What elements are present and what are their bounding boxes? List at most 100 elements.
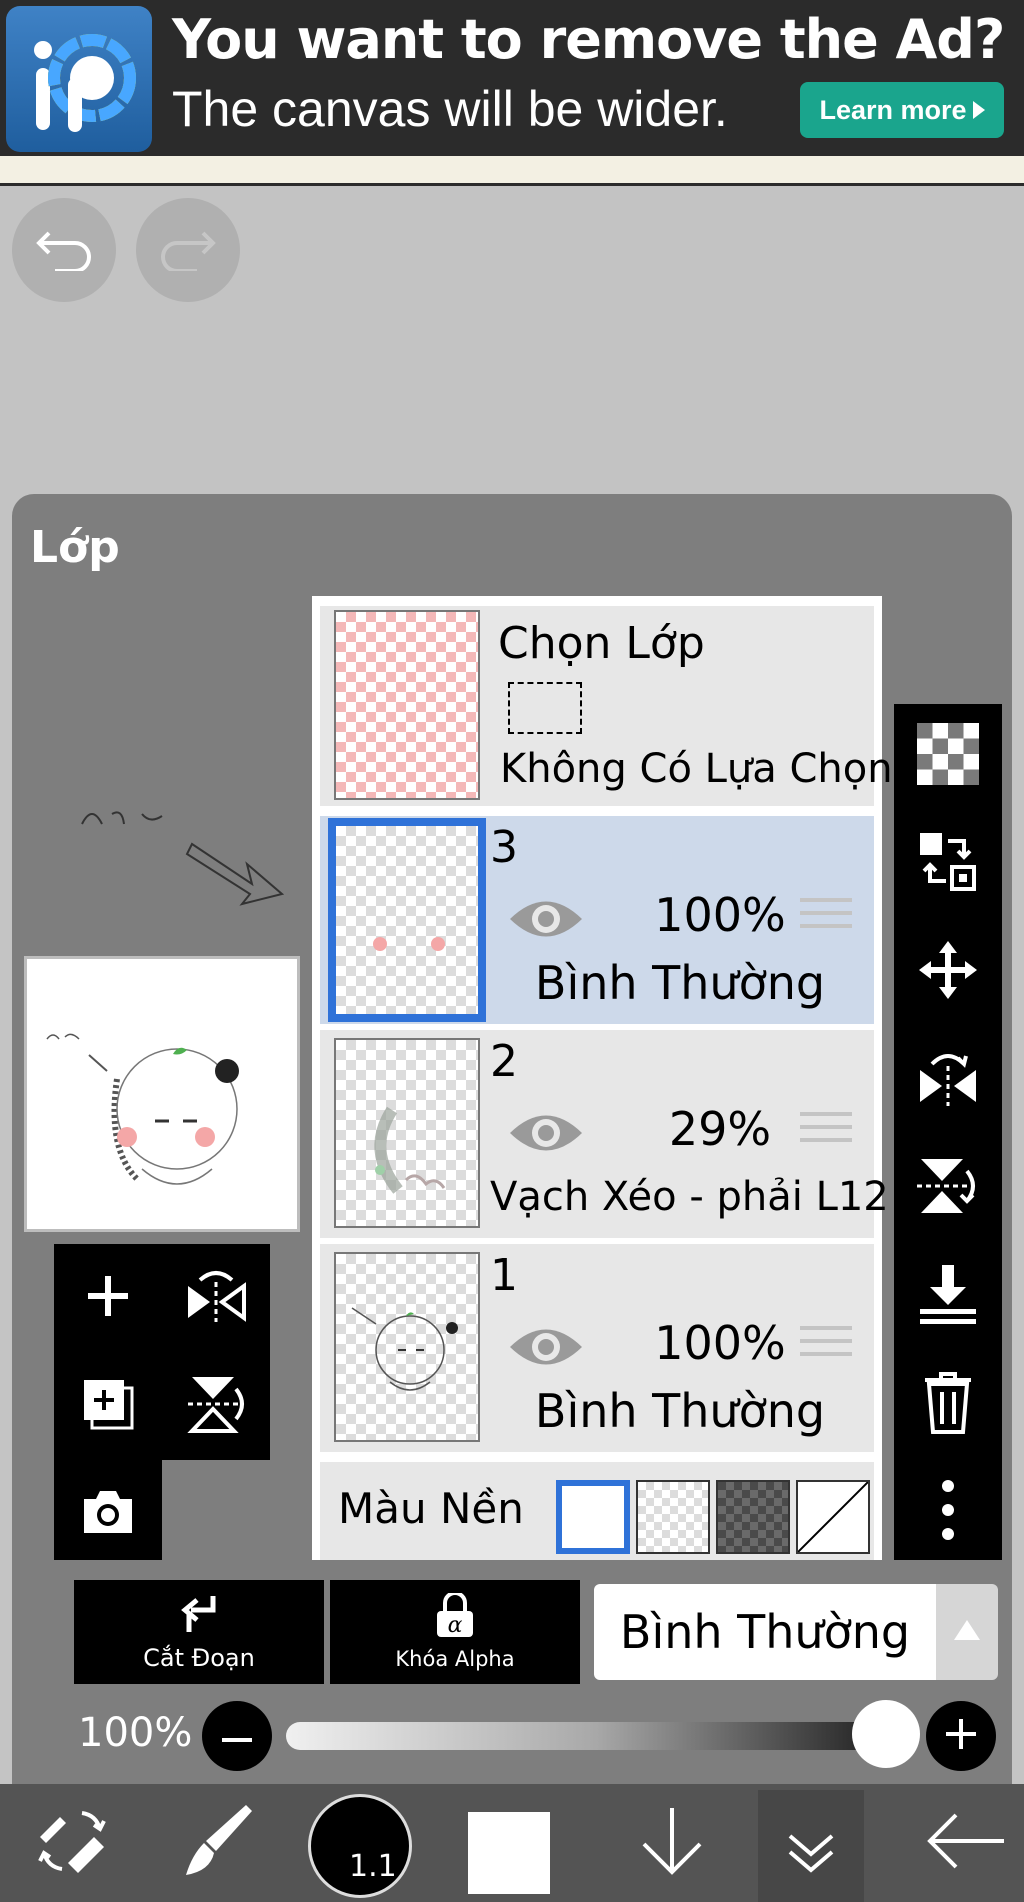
app-logo-icon [6,6,152,152]
triangle-up-icon [954,1620,980,1644]
camera-icon [80,1489,136,1539]
flip-horizontal-button[interactable] [162,1244,270,1352]
flip-horizontal-icon [184,1268,248,1328]
left-toolbox-extra [54,1460,162,1568]
flip-layer-horizontal-button[interactable] [914,1046,982,1114]
layer-3-thumbnail [328,818,486,1022]
alpha-lock-icon: α [435,1591,475,1643]
more-vertical-icon [941,1479,955,1545]
background-color-label: Màu Nền [338,1484,524,1533]
undo-button[interactable] [12,198,116,302]
more-options-button[interactable] [914,1478,982,1546]
opacity-slider-knob[interactable] [852,1700,920,1768]
bg-white-swatch[interactable] [556,1480,630,1554]
selection-status: Không Có Lựa Chọn [500,746,893,792]
selection-layer-row[interactable]: Chọn Lớp Không Có Lựa Chọn [320,606,893,806]
ad-divider [0,156,1024,186]
canvas-preview[interactable] [24,956,300,1232]
bg-none-swatch[interactable] [796,1480,870,1554]
flip-vertical-icon [917,1155,979,1221]
panel-title: Lớp [30,522,120,573]
plus-icon [946,1719,976,1753]
learn-more-label: Learn more [819,94,967,125]
arrow-left-icon [926,1813,1006,1873]
camera-import-button[interactable] [54,1460,162,1568]
merge-down-button[interactable] [914,1262,982,1330]
back-button[interactable] [914,1784,1018,1902]
checkerboard-icon [917,723,979,789]
ad-subline: The canvas will be wider. [172,81,728,137]
layer-list: Chọn Lớp Không Có Lựa Chọn 3 100% Bình T… [312,596,893,1570]
flip-horizontal-icon [916,1048,980,1112]
bg-dark-checker-swatch[interactable] [716,1480,790,1554]
plus-icon [84,1272,132,1324]
opacity-increase-button[interactable] [926,1701,996,1771]
copy-layer-icon [80,1376,136,1436]
layer-2-thumbnail [334,1038,480,1228]
pen-eraser-switch-icon [34,1803,110,1883]
redo-arrow-icon [159,225,217,275]
transparency-button[interactable] [914,722,982,790]
layer-blend-mode: Bình Thường [534,956,826,1010]
undo-arrow-icon [35,225,93,275]
layer-row-3[interactable]: 3 100% Bình Thường [320,816,874,1024]
bg-transparent-swatch[interactable] [636,1480,710,1554]
blend-mode-expand-button[interactable] [936,1584,998,1680]
add-layer-button[interactable] [54,1244,162,1352]
redo-button[interactable] [136,198,240,302]
drag-handle-icon[interactable] [800,898,852,938]
arrow-down-icon [640,1806,704,1880]
svg-text:α: α [448,1613,463,1638]
drag-handle-icon[interactable] [800,1326,852,1366]
ad-banner[interactable]: You want to remove the Ad? The canvas wi… [0,0,1024,156]
layer-number: 3 [490,822,518,873]
move-arrows-icon [917,939,979,1005]
flip-layer-vertical-button[interactable] [914,1154,982,1222]
swap-layers-button[interactable] [914,830,982,898]
collapse-panel-button[interactable] [758,1790,864,1902]
alpha-lock-button[interactable]: α Khóa Alpha [330,1580,580,1684]
background-color-row: Màu Nền [320,1462,874,1562]
flip-vertical-icon [186,1373,246,1439]
play-triangle-icon [972,95,985,126]
duplicate-layer-button[interactable] [54,1352,162,1460]
layer-down-button[interactable] [620,1784,724,1902]
clipping-button[interactable]: Cắt Đoạn [74,1580,324,1684]
opacity-decrease-button[interactable] [202,1701,272,1771]
layer-number: 1 [490,1250,518,1301]
eye-icon [508,1115,584,1162]
left-toolbox [54,1244,270,1460]
layer-blend-mode: Vạch Xéo - phải L12 [490,1174,889,1220]
alpha-lock-label: Khóa Alpha [395,1647,515,1671]
dashed-selection-icon [508,682,582,734]
layer-opacity: 100% [654,888,786,942]
layer-opacity: 29% [668,1102,772,1156]
learn-more-button[interactable]: Learn more [800,82,1004,138]
ad-headline: You want to remove the Ad? [172,8,1005,71]
brush-tool-button[interactable] [164,1784,268,1902]
visibility-toggle[interactable] [508,1322,584,1376]
merge-down-icon [918,1263,978,1329]
clipping-label: Cắt Đoạn [143,1644,255,1672]
blend-mode-select[interactable]: Bình Thường [594,1584,936,1680]
color-swatch-button[interactable] [468,1812,550,1894]
layer-row-1[interactable]: 1 100% Bình Thường [320,1244,874,1452]
flip-vertical-button[interactable] [162,1352,270,1460]
layer-blend-mode: Bình Thường [534,1384,826,1438]
visibility-toggle[interactable] [508,894,584,948]
background-sketch [81,811,285,906]
selection-thumbnail [334,610,480,800]
opacity-value: 100% [78,1710,193,1756]
layer-1-thumbnail [334,1252,480,1442]
brush-size-button[interactable]: 1.1 [308,1794,412,1898]
layer-row-2[interactable]: 2 29% Vạch Xéo - phải L12 [320,1030,889,1238]
opacity-slider[interactable] [286,1722,906,1750]
drag-handle-icon[interactable] [800,1112,852,1152]
move-button[interactable] [914,938,982,1006]
eye-icon [508,901,584,948]
layer-opacity: 100% [654,1316,786,1370]
swap-layers-icon [918,831,978,897]
delete-layer-button[interactable] [914,1370,982,1438]
visibility-toggle[interactable] [508,1108,584,1162]
tool-switch-button[interactable] [20,1784,124,1902]
